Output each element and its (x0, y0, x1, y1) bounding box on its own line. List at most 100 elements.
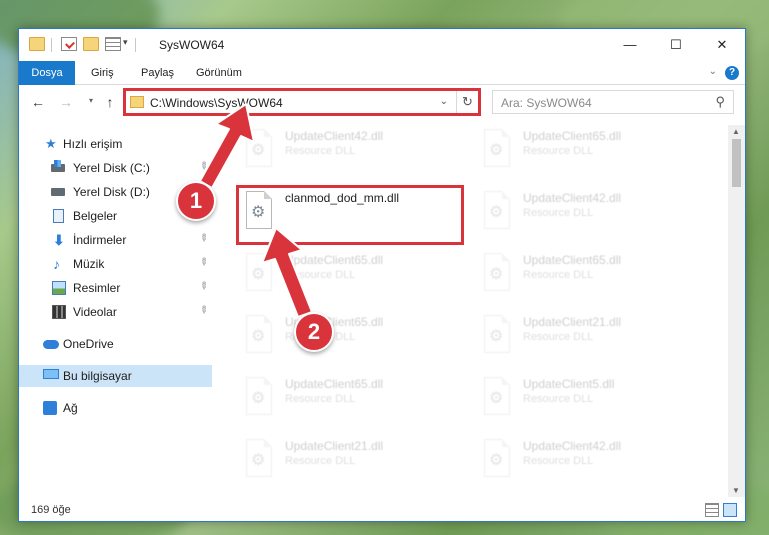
list-item[interactable]: ⚙ UpdateClient42.dll Resource DLL (475, 435, 705, 485)
close-button[interactable]: ✕ (699, 29, 745, 61)
sidebar-item-onedrive[interactable]: OneDrive (19, 333, 212, 355)
sidebar-item-label: Videolar (73, 305, 117, 319)
properties-icon[interactable] (61, 37, 77, 51)
sidebar-item-videos[interactable]: Videolar ✎ (19, 301, 212, 323)
pin-icon: ✎ (196, 255, 211, 270)
sidebar-item-quick-access[interactable]: ★ Hızlı erişim (19, 133, 212, 155)
customize-toolbar-icon[interactable] (105, 37, 121, 51)
videos-icon (52, 305, 66, 319)
this-pc-icon (43, 369, 59, 379)
file-name: UpdateClient21.dll (285, 439, 384, 453)
navigation-pane: ★ Hızlı erişim Yerel Disk (C:) ✎ Yerel D… (19, 125, 212, 497)
dll-file-icon: ⚙ (243, 377, 275, 417)
explorer-window: ▾ SysWOW64 — ☐ ✕ Dosya Giriş Paylaş Görü… (18, 28, 746, 522)
tab-file[interactable]: Dosya (19, 61, 75, 85)
dll-file-icon: ⚙ (481, 315, 513, 355)
file-name: UpdateClient42.dll (285, 129, 384, 143)
tab-home[interactable]: Giriş (77, 61, 128, 85)
step-1-badge: 1 (176, 181, 216, 221)
documents-icon (53, 209, 64, 223)
scroll-down-icon[interactable]: ▼ (732, 486, 740, 495)
pin-icon: ✎ (196, 159, 211, 174)
dll-file-icon: ⚙ (243, 253, 275, 293)
file-name: UpdateClient65.dll (285, 253, 384, 267)
list-item[interactable]: ⚙ UpdateClient5.dll Resource DLL (475, 373, 705, 423)
new-folder-icon[interactable] (83, 37, 99, 51)
sidebar-item-label: Yerel Disk (D:) (73, 185, 150, 199)
file-type: Resource DLL (285, 393, 356, 405)
file-type: Resource DLL (285, 455, 356, 467)
dll-file-icon: ⚙ (481, 253, 513, 293)
sidebar-item-downloads[interactable]: ⬇ İndirmeler ✎ (19, 229, 212, 251)
expand-ribbon-icon[interactable]: ⌄ (709, 66, 717, 77)
list-item[interactable]: ⚙ UpdateClient42.dll Resource DLL (237, 125, 467, 175)
sidebar-item-drive-c[interactable]: Yerel Disk (C:) ✎ (19, 157, 212, 179)
up-button[interactable]: ↑ (101, 94, 119, 110)
file-name: UpdateClient65.dll (523, 129, 622, 143)
scroll-up-icon[interactable]: ▲ (732, 127, 740, 136)
list-item[interactable]: ⚙ UpdateClient42.dll Resource DLL (475, 187, 705, 237)
scrollbar-thumb[interactable] (732, 139, 741, 187)
list-item[interactable]: ⚙ UpdateClient65.dll Resource DLL (475, 249, 705, 299)
forward-button[interactable]: → (57, 94, 75, 110)
file-name: UpdateClient5.dll (523, 377, 615, 391)
sidebar-item-label: Belgeler (73, 209, 118, 223)
sidebar-item-music[interactable]: ♪ Müzik ✎ (19, 253, 212, 275)
list-item[interactable]: ⚙ UpdateClient21.dll Resource DLL (475, 311, 705, 361)
network-icon (43, 401, 57, 415)
back-button[interactable]: ← (29, 94, 47, 110)
star-icon: ★ (45, 136, 57, 151)
maximize-button[interactable]: ☐ (653, 29, 699, 61)
dll-file-icon: ⚙ (481, 191, 513, 231)
search-input[interactable]: Ara: SysWOW64 ⚲ (492, 90, 734, 114)
search-placeholder: Ara: SysWOW64 (501, 96, 592, 110)
sidebar-item-pictures[interactable]: Resimler ✎ (19, 277, 212, 299)
pictures-icon (52, 281, 66, 295)
status-bar: 169 öğe (19, 499, 745, 521)
file-type: Resource DLL (523, 269, 594, 281)
tab-share[interactable]: Paylaş (127, 61, 188, 85)
file-name: UpdateClient42.dll (523, 439, 622, 453)
list-item[interactable]: ⚙ UpdateClient65.dll Resource DLL (475, 125, 705, 175)
dll-file-icon: ⚙ (243, 129, 275, 169)
sidebar-item-label: İndirmeler (73, 233, 127, 247)
folder-icon (29, 37, 45, 51)
vertical-scrollbar[interactable]: ▲ ▼ (728, 125, 745, 497)
file-type: Resource DLL (285, 269, 356, 281)
file-highlight-box (236, 185, 464, 245)
list-item[interactable]: ⚙ UpdateClient65.dll Resource DLL (237, 249, 467, 299)
drive-d-icon (51, 188, 65, 196)
sidebar-item-label: Yerel Disk (C:) (73, 161, 150, 175)
sidebar-item-label: Bu bilgisayar (63, 369, 132, 383)
toolbar-separator (51, 38, 52, 52)
sidebar-item-label: Resimler (73, 281, 121, 295)
sidebar-item-network[interactable]: Ağ (19, 397, 212, 419)
help-icon[interactable]: ? (725, 66, 739, 80)
minimize-button[interactable]: — (607, 29, 653, 61)
file-name: UpdateClient65.dll (523, 253, 622, 267)
pin-icon: ✎ (196, 231, 211, 246)
search-icon[interactable]: ⚲ (715, 94, 725, 110)
tab-view[interactable]: Görünüm (182, 61, 256, 85)
window-title: SysWOW64 (159, 38, 225, 52)
file-name: UpdateClient65.dll (285, 377, 384, 391)
file-name: UpdateClient42.dll (523, 191, 622, 205)
list-item[interactable]: ⚙ UpdateClient65.dll Resource DLL (237, 373, 467, 423)
file-type: Resource DLL (523, 331, 594, 343)
step-2-badge: 2 (294, 312, 334, 352)
item-count: 169 öğe (31, 504, 71, 516)
toolbar-separator (135, 38, 136, 52)
file-type: Resource DLL (285, 145, 356, 157)
list-item[interactable]: ⚙ UpdateClient65.dll Resource DLL (237, 311, 467, 361)
chevron-down-icon[interactable]: ▾ (123, 37, 128, 48)
tiles-view-icon[interactable] (723, 503, 737, 517)
dll-file-icon: ⚙ (481, 377, 513, 417)
sidebar-item-this-pc[interactable]: Bu bilgisayar (19, 365, 212, 387)
file-list: ⚙ UpdateClient42.dll Resource DLL ⚙ clan… (237, 125, 727, 497)
file-type: Resource DLL (523, 455, 594, 467)
recent-locations-button[interactable]: ▾ (89, 96, 93, 105)
details-view-icon[interactable] (705, 503, 719, 517)
ribbon-tabs: Dosya Giriş Paylaş Görünüm ⌄ ? (19, 61, 745, 85)
pin-icon: ✎ (196, 303, 211, 318)
list-item[interactable]: ⚙ UpdateClient21.dll Resource DLL (237, 435, 467, 485)
